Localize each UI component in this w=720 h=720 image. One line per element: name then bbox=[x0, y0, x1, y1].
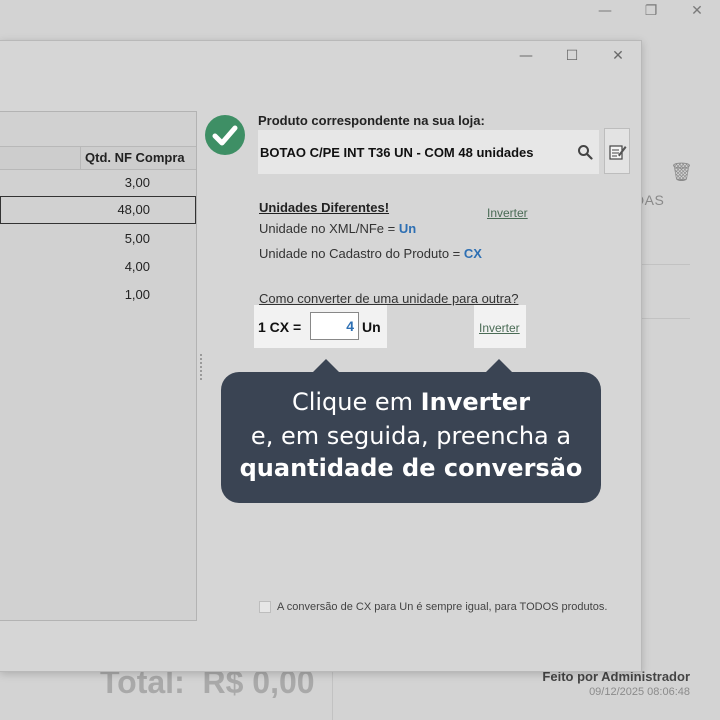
xml-unit-row: Unidade no XML/NFe = Un bbox=[259, 221, 416, 236]
units-title: Unidades Diferentes! bbox=[259, 200, 390, 215]
table-row[interactable]: 5,00 bbox=[0, 225, 196, 253]
splitter-handle[interactable] bbox=[200, 354, 204, 380]
table-row[interactable]: 1,00 bbox=[0, 281, 196, 309]
product-name: BOTAO C/PE INT T36 UN - COM 48 unidades bbox=[260, 145, 534, 160]
table-cell: 48,00 bbox=[117, 202, 150, 217]
check-icon bbox=[205, 115, 245, 155]
app-window-controls: — ❐ ✕ bbox=[582, 0, 720, 22]
tooltip-text: Clique em bbox=[291, 388, 421, 416]
cadastro-unit-value: CX bbox=[463, 246, 482, 261]
edit-icon bbox=[609, 145, 627, 160]
cadastro-unit-label: Unidade no Cadastro do Produto = bbox=[259, 246, 461, 261]
invert-button-box: Inverter bbox=[474, 305, 526, 348]
xml-unit-label: Unidade no XML/NFe = bbox=[259, 221, 396, 236]
footer-note: A conversão de CX para Un é sempre igual… bbox=[259, 601, 608, 614]
conversion-question: Como converter de uma unidade para outra… bbox=[259, 291, 519, 306]
table-header: Qtd. NF Compra bbox=[0, 146, 196, 170]
table-cell: 5,00 bbox=[124, 231, 150, 246]
table-cell: 1,00 bbox=[124, 287, 150, 302]
minimize-icon[interactable]: — bbox=[582, 0, 628, 22]
table-cell: 3,00 bbox=[124, 175, 150, 190]
xml-unit-value: Un bbox=[398, 221, 417, 236]
trash-icon[interactable]: 🗑 bbox=[670, 162, 693, 183]
table-row[interactable]: 4,00 bbox=[0, 253, 196, 281]
edit-product-button[interactable] bbox=[604, 128, 630, 174]
footer-note-text: A conversão de CX para Un é sempre igual… bbox=[277, 601, 608, 613]
restore-icon[interactable]: ❐ bbox=[628, 0, 674, 22]
column-header-qtd[interactable]: Qtd. NF Compra bbox=[80, 147, 195, 169]
cadastro-unit-row: Unidade no Cadastro do Produto = CX bbox=[259, 246, 482, 261]
conversion-box: 1 CX = 4 Un bbox=[254, 305, 387, 348]
same-conversion-checkbox[interactable] bbox=[259, 601, 271, 614]
conversion-quantity-input[interactable]: 4 bbox=[310, 312, 359, 340]
table-row-selected[interactable]: 48,00 bbox=[0, 196, 196, 224]
tooltip-line-1: Clique em Inverter bbox=[221, 388, 601, 416]
tooltip-arrow bbox=[485, 359, 513, 373]
table-row[interactable]: 3,00 bbox=[0, 169, 196, 197]
invert-link-conversion[interactable]: Inverter bbox=[479, 321, 520, 335]
conversion-suffix: Un bbox=[362, 319, 381, 335]
invert-link-units[interactable]: Inverter bbox=[487, 206, 528, 220]
tooltip-line-3: quantidade de conversão bbox=[239, 454, 583, 482]
dialog-window-controls: — ☐ ✕ bbox=[503, 41, 641, 71]
minimize-icon[interactable]: — bbox=[503, 41, 549, 71]
instruction-tooltip: Clique em Inverter e, em seguida, preenc… bbox=[221, 372, 601, 503]
search-icon[interactable] bbox=[577, 144, 593, 160]
tooltip-arrow bbox=[312, 359, 340, 373]
datetime-text: 09/12/2025 08:06:48 bbox=[589, 686, 690, 698]
tooltip-bold-text: Inverter bbox=[420, 388, 531, 416]
conversion-prefix: 1 CX = bbox=[258, 319, 302, 335]
product-label: Produto correspondente na sua loja: bbox=[258, 113, 485, 128]
product-field[interactable]: BOTAO C/PE INT T36 UN - COM 48 unidades bbox=[258, 130, 599, 174]
close-icon[interactable]: ✕ bbox=[595, 41, 641, 71]
table-cell: 4,00 bbox=[124, 259, 150, 274]
items-table: Qtd. NF Compra 3,00 48,00 5,00 4,00 1,00 bbox=[0, 111, 197, 621]
close-icon[interactable]: ✕ bbox=[674, 0, 720, 22]
maximize-icon[interactable]: ☐ bbox=[549, 41, 595, 71]
tooltip-line-2: e, em seguida, preencha a bbox=[250, 422, 572, 450]
